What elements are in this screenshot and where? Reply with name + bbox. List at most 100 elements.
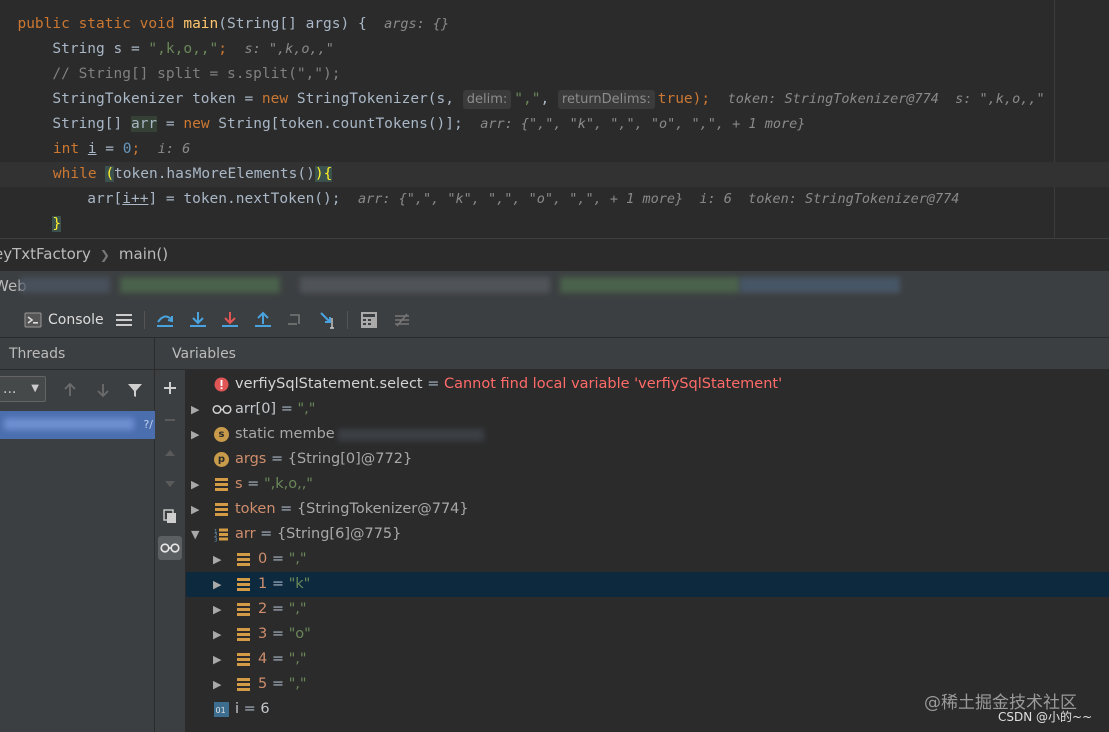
code-text: (String[] args) { [218,16,367,32]
code-line-4[interactable]: StringTokenizer token = new StringTokeni… [0,87,1109,112]
variable-highlight: arr [130,116,158,132]
redacted-region [560,277,740,293]
code-text: StringTokenizer token = [17,91,262,107]
parameter-hint: delim: [462,90,512,109]
array-element-row[interactable]: ▶ 4 = "," [186,647,1109,672]
move-up-icon[interactable] [158,441,182,465]
variable-value: "," [297,401,316,417]
variable-row-s[interactable]: ▶ s = ",k,o,," [186,472,1109,497]
expand-arrow-icon[interactable]: ▶ [213,572,221,597]
variable-value: {String[0]@772} [287,451,413,467]
variable-row-token[interactable]: ▶ token = {StringTokenizer@774} [186,497,1109,522]
field-icon [215,503,228,516]
matched-paren: ( [105,166,115,182]
field-icon [237,628,250,641]
variable-value: "," [288,601,307,617]
array-element-row[interactable]: ▶ 2 = "," [186,597,1109,622]
variable-row-static[interactable]: ▶ s static membe [186,422,1109,447]
field-icon [237,603,250,616]
array-element-row[interactable]: ▶ 0 = "," [186,547,1109,572]
move-down-icon[interactable] [158,472,182,496]
code-line-9[interactable]: } [0,212,1109,237]
thread-selector-dropdown[interactable]: ... ▼ [0,376,46,402]
variable-name: s [235,476,243,492]
selected-frame[interactable]: ?/ [0,411,155,439]
expand-arrow-icon[interactable]: ▶ [213,622,221,647]
redacted-region [338,429,484,441]
variable-name: arr[0] [235,401,277,417]
variable-row-arr[interactable]: ▼ 123 arr = {String[6]@775} [186,522,1109,547]
step-out-icon[interactable] [253,310,273,330]
code-text: = [96,141,123,157]
expand-arrow-icon[interactable]: ▶ [191,422,199,447]
variable-value: ",k,o,," [263,476,313,492]
expand-arrow-icon[interactable]: ▶ [191,497,199,522]
remove-watch-icon[interactable] [158,408,182,432]
console-icon [24,312,42,328]
toolbar-separator [347,311,348,329]
filter-icon[interactable] [126,381,144,399]
code-line-6[interactable]: int i = 0; i: 6 [0,137,1109,162]
equals-sign: = [267,676,289,692]
variable-name: arr [235,526,256,542]
expand-arrow-icon[interactable]: ▶ [191,397,199,422]
debug-tab-bar: Web [0,270,1109,302]
run-to-cursor-icon[interactable] [318,310,338,330]
code-line-5[interactable]: String[] arr = new String[token.countTok… [0,112,1109,137]
variable-name: 1 [258,576,268,592]
step-over-icon[interactable] [155,310,175,330]
arrow-down-icon[interactable] [94,381,112,399]
equals-sign: = [267,651,289,667]
trace-stream-icon[interactable] [392,310,412,330]
expand-arrow-icon[interactable]: ▶ [213,597,221,622]
code-line-1[interactable]: public static void main(String[] args) {… [0,12,1109,37]
copy-icon[interactable] [158,504,182,528]
variable-row-watch[interactable]: ▶ arr[0] = "," [186,397,1109,422]
error-icon [214,377,229,392]
expand-arrow-icon[interactable]: ▶ [213,547,221,572]
field-icon [237,678,250,691]
variable-value: "," [288,676,307,692]
expand-arrow-icon[interactable]: ▶ [191,472,199,497]
drop-frame-icon[interactable] [285,310,305,330]
watches-glasses-icon[interactable] [158,536,182,560]
field-icon [215,478,228,491]
expand-arrow-icon[interactable]: ▶ [213,647,221,672]
hamburger-icon[interactable] [114,310,134,330]
code-line-8[interactable]: arr[i++] = token.nextToken(); arr: {",",… [0,187,1109,212]
variable-name: 0 [258,551,268,567]
variable-row-args[interactable]: p args = {String[0]@772} [186,447,1109,472]
step-into-icon[interactable] [188,310,208,330]
code-text: arr[ [17,191,123,207]
svg-text:01: 01 [216,706,226,715]
collapse-arrow-icon[interactable]: ▼ [191,522,199,547]
breadcrumb-class[interactable]: eyTxtFactory [0,245,91,263]
variable-name: token [235,501,276,517]
variable-name: 3 [258,626,268,642]
evaluate-expression-icon[interactable] [359,310,379,330]
variable-row-error[interactable]: verfiySqlStatement.select = Cannot find … [186,372,1109,397]
code-line-2[interactable]: String s = ",k,o,,"; s: ",k,o,," [0,37,1109,62]
method-name: main [183,16,219,32]
array-element-row[interactable]: ▶ 3 = "o" [186,622,1109,647]
equals-sign: = [255,526,277,542]
code-line-7[interactable]: while (token.hasMoreElements()){ [0,162,1109,187]
arrow-up-icon[interactable] [61,381,79,399]
code-line-3[interactable]: // String[] split = s.split(","); [0,62,1109,87]
redacted-region [4,418,134,430]
code-editor[interactable]: public static void main(String[] args) {… [0,0,1109,238]
array-element-row-selected[interactable]: ▶ 1 = "k" [186,572,1109,597]
semicolon: ; [131,141,141,157]
variables-header[interactable]: Variables [155,338,1109,370]
string-literal: "," [514,91,541,107]
inline-debug-value: s: ",k,o,," [244,41,334,57]
force-step-into-icon[interactable] [220,310,240,330]
variables-panel: Variables verfiySqlStatement.select = Ca… [155,338,1109,732]
threads-header[interactable]: Threads [0,338,154,370]
breadcrumb-method[interactable]: main() [119,245,168,263]
console-tab[interactable]: Console [24,302,104,338]
add-watch-icon[interactable] [158,376,182,400]
code-text: String s = [17,41,149,57]
expand-arrow-icon[interactable]: ▶ [213,672,221,697]
code-text: token.hasMoreElements() [114,166,315,182]
